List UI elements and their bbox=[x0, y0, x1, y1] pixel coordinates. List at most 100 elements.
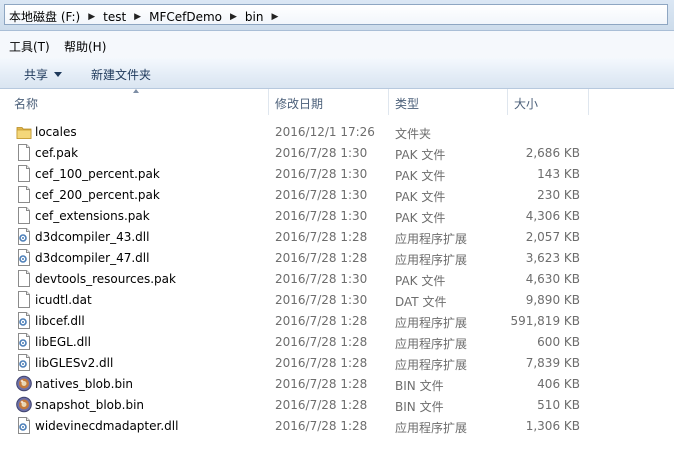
file-size: 7,839 KB bbox=[525, 356, 580, 370]
file-icon bbox=[16, 270, 32, 287]
column-date[interactable]: 修改日期 bbox=[275, 95, 323, 112]
file-date: 2016/7/28 1:28 bbox=[275, 419, 368, 433]
file-size: 143 KB bbox=[537, 167, 580, 181]
chevron-right-icon[interactable]: ▶ bbox=[271, 12, 278, 22]
file-date: 2016/7/28 1:30 bbox=[275, 146, 368, 160]
file-row[interactable]: devtools_resources.pak 2016/7/28 1:30 PAK … bbox=[0, 268, 674, 289]
file-date: 2016/7/28 1:28 bbox=[275, 377, 368, 391]
file-size: 591,819 KB bbox=[510, 314, 580, 328]
file-type: DAT 文件 bbox=[395, 295, 447, 309]
file-row[interactable]: d3dcompiler_47.dll 2016/7/28 1:28 应用程序扩展 3,… bbox=[0, 247, 674, 268]
menu-tools[interactable]: 工具(T) bbox=[9, 38, 50, 55]
file-icon bbox=[16, 291, 32, 308]
column-divider[interactable] bbox=[507, 89, 508, 115]
file-date: 2016/7/28 1:30 bbox=[275, 167, 368, 181]
file-type: 应用程序扩展 bbox=[395, 421, 468, 435]
new-folder-button[interactable]: 新建文件夹 bbox=[91, 66, 151, 83]
breadcrumb: 本地磁盘 (F:) ▶ test ▶ MFCefDemo ▶ bin ▶ bbox=[9, 8, 286, 25]
menu-help[interactable]: 帮助(H) bbox=[64, 38, 106, 55]
file-icon bbox=[16, 207, 32, 224]
column-type[interactable]: 类型 bbox=[395, 95, 419, 112]
file-date: 2016/7/28 1:30 bbox=[275, 293, 368, 307]
file-type: 应用程序扩展 bbox=[395, 337, 468, 351]
file-size: 1,306 KB bbox=[525, 419, 580, 433]
file-name: d3dcompiler_43.dll bbox=[35, 230, 150, 244]
file-name: icudtl.dat bbox=[35, 293, 92, 307]
file-name: libEGL.dll bbox=[35, 335, 91, 349]
share-label: 共享 bbox=[24, 68, 49, 82]
chevron-right-icon[interactable]: ▶ bbox=[230, 12, 237, 22]
file-row[interactable]: libEGL.dll 2016/7/28 1:28 应用程序扩展 600 KB bbox=[0, 331, 674, 352]
bin-icon bbox=[16, 396, 32, 413]
address-field[interactable]: 本地磁盘 (F:) ▶ test ▶ MFCefDemo ▶ bin ▶ bbox=[4, 4, 668, 25]
file-name: widevinecdmadapter.dll bbox=[35, 419, 179, 433]
file-name: devtools_resources.pak bbox=[35, 272, 176, 286]
file-name: cef_extensions.pak bbox=[35, 209, 150, 223]
sort-up-icon bbox=[133, 89, 139, 93]
file-size: 2,057 KB bbox=[525, 230, 580, 244]
file-row[interactable]: natives_blob.bin 2016/7/28 1:28 BIN 文件 406 … bbox=[0, 373, 674, 394]
file-type: BIN 文件 bbox=[395, 400, 444, 414]
file-size: 4,630 KB bbox=[525, 272, 580, 286]
file-size: 9,890 KB bbox=[525, 293, 580, 307]
file-row[interactable]: libGLESv2.dll 2016/7/28 1:28 应用程序扩展 7,839 K… bbox=[0, 352, 674, 373]
file-row[interactable]: cef_100_percent.pak 2016/7/28 1:30 PAK 文件 1… bbox=[0, 163, 674, 184]
column-divider[interactable] bbox=[268, 89, 269, 115]
file-size: 510 KB bbox=[537, 398, 580, 412]
file-type: PAK 文件 bbox=[395, 148, 446, 162]
file-row[interactable]: cef_extensions.pak 2016/7/28 1:30 PAK 文件 4,… bbox=[0, 205, 674, 226]
file-type: 文件夹 bbox=[395, 127, 432, 141]
file-name: libcef.dll bbox=[35, 314, 85, 328]
share-button[interactable]: 共享 bbox=[24, 66, 63, 83]
file-date: 2016/7/28 1:28 bbox=[275, 251, 368, 265]
file-type: 应用程序扩展 bbox=[395, 253, 468, 267]
file-row[interactable]: widevinecdmadapter.dll 2016/7/28 1:28 应用程序… bbox=[0, 415, 674, 436]
file-date: 2016/7/28 1:28 bbox=[275, 314, 368, 328]
file-row[interactable]: d3dcompiler_43.dll 2016/7/28 1:28 应用程序扩展 2,… bbox=[0, 226, 674, 247]
file-name: d3dcompiler_47.dll bbox=[35, 251, 150, 265]
file-size: 600 KB bbox=[537, 335, 580, 349]
file-name: snapshot_blob.bin bbox=[35, 398, 145, 412]
file-row[interactable]: icudtl.dat 2016/7/28 1:30 DAT 文件 9,890 KB bbox=[0, 289, 674, 310]
file-type: PAK 文件 bbox=[395, 211, 446, 225]
breadcrumb-test[interactable]: test bbox=[103, 10, 126, 24]
column-divider[interactable] bbox=[388, 89, 389, 115]
file-name: libGLESv2.dll bbox=[35, 356, 114, 370]
file-type: PAK 文件 bbox=[395, 274, 446, 288]
column-name[interactable]: 名称 bbox=[14, 95, 38, 112]
menu-bar: 工具(T) 帮助(H) bbox=[0, 31, 674, 59]
file-row[interactable]: locales 2016/12/1 17:26 文件夹 bbox=[0, 121, 674, 142]
file-size: 4,306 KB bbox=[525, 209, 580, 223]
dll-icon bbox=[16, 249, 32, 266]
column-size[interactable]: 大小 bbox=[514, 95, 538, 112]
dll-icon bbox=[16, 312, 32, 329]
breadcrumb-drive[interactable]: 本地磁盘 (F:) bbox=[9, 8, 80, 25]
file-row[interactable]: cef.pak 2016/7/28 1:30 PAK 文件 2,686 KB bbox=[0, 142, 674, 163]
dll-icon bbox=[16, 354, 32, 371]
file-size: 2,686 KB bbox=[525, 146, 580, 160]
file-date: 2016/7/28 1:28 bbox=[275, 230, 368, 244]
file-date: 2016/7/28 1:30 bbox=[275, 188, 368, 202]
file-date: 2016/7/28 1:30 bbox=[275, 209, 368, 223]
file-type: BIN 文件 bbox=[395, 379, 444, 393]
file-name: cef.pak bbox=[35, 146, 79, 160]
breadcrumb-bin[interactable]: bin bbox=[245, 10, 264, 24]
command-bar: 共享 新建文件夹 bbox=[0, 58, 674, 89]
chevron-right-icon[interactable]: ▶ bbox=[88, 12, 95, 22]
column-divider[interactable] bbox=[588, 89, 589, 115]
file-row[interactable]: cef_200_percent.pak 2016/7/28 1:30 PAK 文件 2… bbox=[0, 184, 674, 205]
file-type: PAK 文件 bbox=[395, 190, 446, 204]
file-icon bbox=[16, 165, 32, 182]
file-date: 2016/7/28 1:30 bbox=[275, 272, 368, 286]
file-name: cef_100_percent.pak bbox=[35, 167, 160, 181]
file-type: PAK 文件 bbox=[395, 169, 446, 183]
file-row[interactable]: libcef.dll 2016/7/28 1:28 应用程序扩展 591,819 KB bbox=[0, 310, 674, 331]
file-name: natives_blob.bin bbox=[35, 377, 134, 391]
file-date: 2016/7/28 1:28 bbox=[275, 335, 368, 349]
breadcrumb-mfcefdemo[interactable]: MFCefDemo bbox=[149, 10, 222, 24]
column-headers: 名称 修改日期 类型 大小 bbox=[0, 89, 674, 115]
file-name: locales bbox=[35, 125, 77, 139]
file-row[interactable]: snapshot_blob.bin 2016/7/28 1:28 BIN 文件 510… bbox=[0, 394, 674, 415]
file-type: 应用程序扩展 bbox=[395, 358, 468, 372]
chevron-right-icon[interactable]: ▶ bbox=[134, 12, 141, 22]
